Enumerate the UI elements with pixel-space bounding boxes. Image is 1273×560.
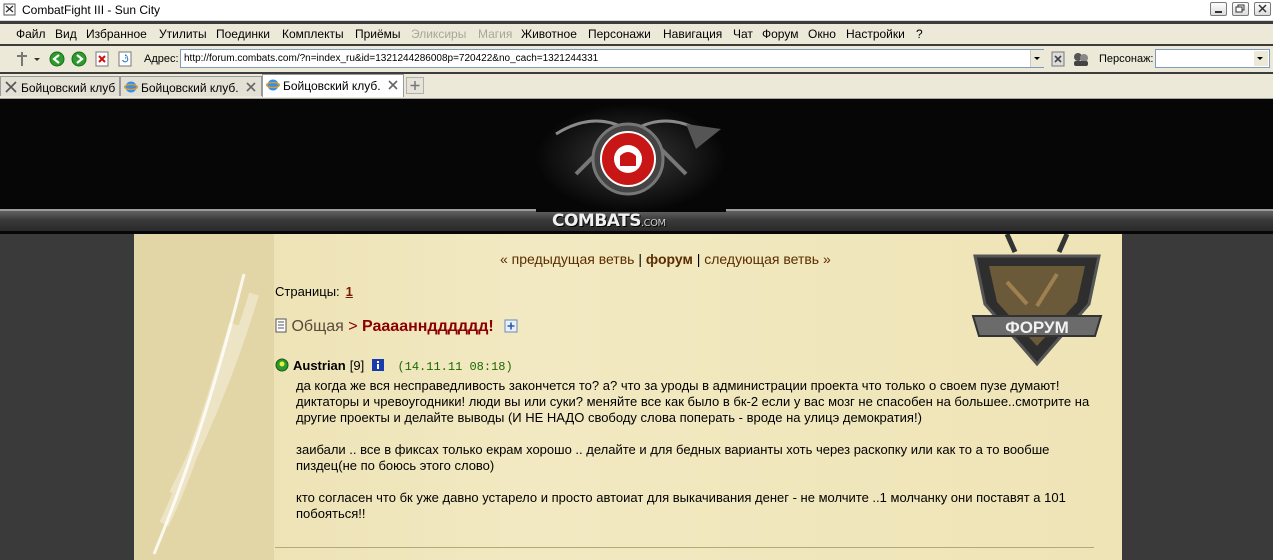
menu-navigation[interactable]: Навигация	[663, 27, 722, 41]
menu-utilities[interactable]: Утилиты	[159, 27, 207, 41]
ie-globe-icon	[124, 81, 138, 93]
title-bar: CombatFight III - Sun City	[0, 0, 1273, 21]
post-divider	[275, 547, 1094, 548]
menu-characters[interactable]: Персонажи	[588, 27, 651, 41]
ie-globe-icon	[266, 79, 280, 91]
nav-separator: |	[634, 251, 646, 267]
stop-icon[interactable]	[94, 51, 110, 67]
combats-logo-text: COMBATS.COM	[552, 211, 666, 231]
close-button[interactable]	[1254, 2, 1271, 16]
tab-close-icon[interactable]	[387, 79, 399, 91]
menu-sets[interactable]: Комплекты	[282, 27, 344, 41]
expand-icon[interactable]	[504, 319, 518, 333]
menu-window[interactable]: Окно	[808, 27, 836, 41]
post-date: (14.11.11 08:18)	[397, 360, 513, 374]
menu-file[interactable]: Файл	[16, 27, 46, 41]
forum-shield-icon[interactable]: ФОРУМ	[967, 234, 1107, 374]
menu-forum[interactable]: Форум	[762, 27, 798, 41]
users-icon[interactable]	[1071, 51, 1091, 67]
new-tab-button[interactable]	[406, 77, 424, 94]
tab-close-icon[interactable]	[245, 81, 257, 93]
page-link-1[interactable]: 1	[346, 284, 353, 299]
logo-suffix: .COM	[640, 218, 666, 229]
chevron-down-icon	[1034, 57, 1040, 60]
forum-badge-text: ФОРУМ	[1005, 318, 1069, 337]
pagination: Страницы: 1	[275, 284, 353, 299]
thread-title: Общая > Раааанндддддд!	[275, 318, 518, 336]
post-body: да когда же вся несправедливость законче…	[296, 378, 1096, 538]
minimize-icon	[1215, 11, 1222, 13]
window-title: CombatFight III - Sun City	[22, 3, 161, 17]
clear-address-icon[interactable]	[1050, 51, 1066, 67]
thread-navigation: « предыдущая ветвь | форум | следующая в…	[500, 251, 831, 267]
crossed-swords-icon	[5, 81, 17, 93]
title-arrow: >	[343, 318, 363, 335]
character-dropdown-button[interactable]	[1254, 51, 1268, 66]
next-thread-link[interactable]: следующая ветвь »	[704, 251, 831, 267]
menu-pet[interactable]: Животное	[521, 27, 577, 41]
cross-icon[interactable]	[14, 51, 30, 67]
address-label: Адрес:	[144, 53, 179, 65]
post-author[interactable]: Austrian	[293, 358, 346, 373]
plus-icon	[410, 81, 420, 90]
clan-emblem-icon	[275, 358, 289, 372]
site-banner: COMBATS.COM	[0, 99, 1273, 234]
menu-fights[interactable]: Поединки	[216, 27, 270, 41]
document-icon	[275, 318, 287, 333]
address-dropdown-button[interactable]	[1030, 50, 1044, 67]
menu-techniques[interactable]: Приёмы	[355, 27, 401, 41]
logo-word: COMBATS	[552, 211, 641, 231]
tab-combats-1[interactable]: Бойцовский клуб	[0, 76, 120, 96]
tab-label: Бойцовский клуб.	[141, 81, 239, 95]
menu-bar: Файл Вид Избранное Утилиты Поединки Комп…	[0, 24, 1273, 44]
forum-link[interactable]: форум	[646, 251, 693, 267]
author-level: [9]	[349, 358, 365, 373]
prev-thread-link[interactable]: « предыдущая ветвь	[500, 251, 634, 267]
close-icon	[1258, 4, 1267, 13]
chevron-down-icon[interactable]	[32, 51, 42, 67]
pages-label: Страницы:	[275, 284, 340, 299]
tab-label: Бойцовский клуб	[21, 81, 116, 95]
tab-combats-3[interactable]: Бойцовский клуб.	[262, 74, 404, 97]
right-margin	[1122, 234, 1273, 560]
menu-settings[interactable]: Настройки	[846, 27, 905, 41]
nav-separator: |	[692, 251, 705, 267]
category-link[interactable]: Общая	[291, 318, 343, 335]
tab-combats-2[interactable]: Бойцовский клуб.	[120, 76, 262, 96]
menu-chat[interactable]: Чат	[733, 27, 753, 41]
restore-icon	[1235, 4, 1245, 13]
back-icon[interactable]	[49, 51, 65, 67]
info-icon[interactable]	[371, 359, 384, 371]
tab-strip: Бойцовский клуб Бойцовский клуб. Бойцовс…	[0, 74, 1273, 99]
minimize-button[interactable]	[1210, 2, 1227, 16]
chevron-down-icon	[1257, 57, 1263, 60]
address-input[interactable]	[180, 49, 1044, 68]
character-select[interactable]	[1155, 49, 1270, 68]
forum-content: ФОРУМ « предыдущая ветвь | форум | следу…	[134, 234, 1122, 560]
topic-title: Раааанндддддд!	[362, 318, 494, 335]
restore-button[interactable]	[1232, 2, 1249, 16]
menu-elixirs: Эликсиры	[411, 27, 467, 41]
combats-logo-icon	[536, 104, 726, 212]
post-paragraph: кто согласен что бк уже давно устарело и…	[296, 490, 1066, 521]
menu-view[interactable]: Вид	[55, 27, 77, 41]
feather-decoration-icon	[134, 234, 274, 560]
left-margin	[0, 234, 134, 560]
menu-magic: Магия	[478, 27, 513, 41]
forward-icon[interactable]	[71, 51, 87, 67]
menu-favorites[interactable]: Избранное	[86, 27, 147, 41]
post-paragraph: заибали .. все в фиксах только екрам хор…	[296, 442, 1050, 473]
address-toolbar: Адрес: Персонаж:	[0, 46, 1273, 72]
app-icon	[3, 3, 16, 16]
character-label: Персонаж:	[1099, 53, 1154, 65]
tab-label: Бойцовский клуб.	[283, 79, 381, 93]
post-paragraph: да когда же вся несправедливость законче…	[296, 378, 1090, 425]
refresh-icon[interactable]	[117, 51, 133, 67]
post-header: Austrian [9] (14.11.11 08:18)	[275, 358, 513, 374]
menu-help[interactable]: ?	[916, 27, 923, 41]
